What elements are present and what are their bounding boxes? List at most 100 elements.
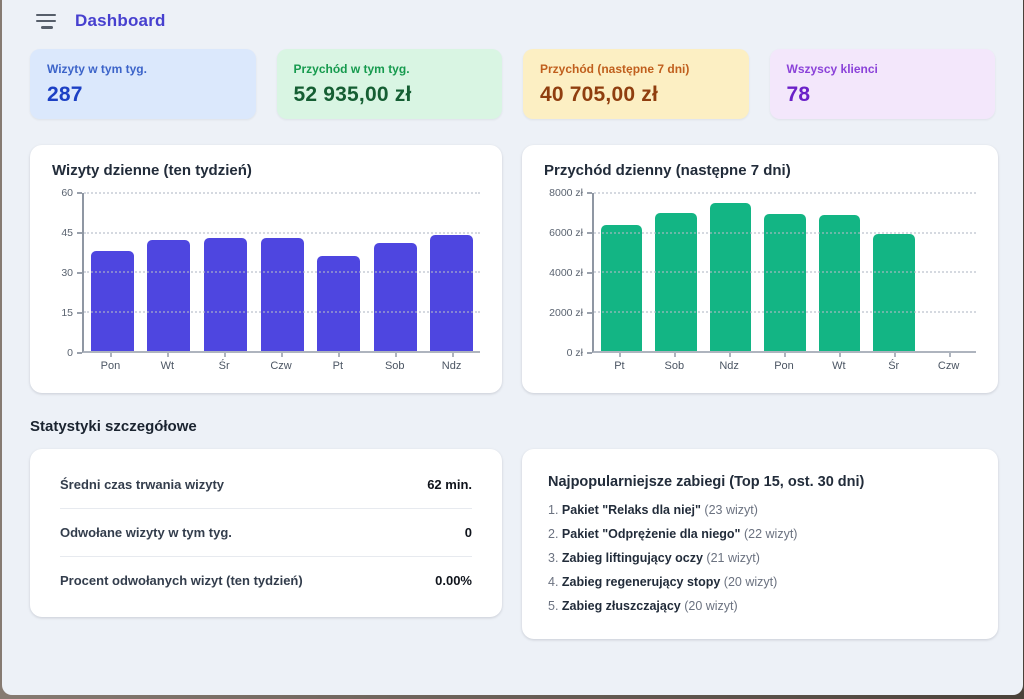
bar-Wt <box>819 215 860 351</box>
y-tick-label: 6000 zł <box>549 227 583 239</box>
x-tick-label: Czw <box>253 353 310 379</box>
gridline <box>594 271 976 273</box>
stats-row-value: 62 min. <box>427 477 472 492</box>
x-tick-label: Ndz <box>423 353 480 379</box>
y-tick-label: 2000 zł <box>549 307 583 319</box>
treatment-item-2: 2. Pakiet "Odprężenie dla niego" (22 wiz… <box>548 527 972 541</box>
visits-chart-card: Wizyty dzienne (ten tydzień) 0 15 30 45 60 P… <box>30 145 502 393</box>
top-treatments-title: Najpopularniejsze zabiegi (Top 15, ost. … <box>548 474 972 490</box>
treatment-count: (21 wizyt) <box>706 551 759 565</box>
revenue-chart-card: Przychód dzienny (następne 7 dni) 0 zł 20… <box>522 145 998 393</box>
visits-bar-chart: 015304560 PonWtŚrCzwPtSobNdz <box>52 193 480 379</box>
x-tick-label: Wt <box>139 353 196 379</box>
stat-card-label: Przychód (następne 7 dni) <box>540 62 732 76</box>
bar-Ndz <box>710 203 751 351</box>
treatment-name: Pakiet "Odprężenie dla niego" <box>562 527 741 541</box>
bottom-row: Średni czas trwania wizyty 62 min. Odwołan… <box>30 449 995 639</box>
treatment-count: (20 wizyt) <box>684 599 737 613</box>
gridline <box>84 232 480 234</box>
charts-row: Wizyty dzienne (ten tydzień) 0 15 30 45 60 P… <box>30 145 995 393</box>
x-tick-label: Pon <box>82 353 139 379</box>
stats-row-value: 0 <box>465 525 472 540</box>
y-tick-label: 4000 zł <box>549 267 583 279</box>
stats-row-label: Średni czas trwania wizyty <box>60 477 224 492</box>
treatment-rank: 1. <box>548 503 558 517</box>
treatment-count: (22 wizyt) <box>744 527 797 541</box>
revenue-bar-chart: 0 zł2000 zł4000 zł6000 zł8000 zł PtSobNd… <box>544 193 976 379</box>
bar-Ndz <box>430 235 473 351</box>
bar-Pon <box>764 214 805 351</box>
gridline <box>594 232 976 234</box>
treatment-name: Zabieg złuszczający <box>562 599 681 613</box>
x-tick-label: Pt <box>309 353 366 379</box>
x-tick-label: Czw <box>921 353 976 379</box>
y-tick-label: 0 <box>67 347 73 359</box>
treatment-name: Zabieg liftingujący oczy <box>562 551 703 565</box>
bar-Pon <box>91 251 134 351</box>
gridline <box>594 311 976 313</box>
stats-row-2: Procent odwołanych wizyt (ten tydzień) 0.… <box>60 557 472 604</box>
bar-Pt <box>601 225 642 351</box>
y-tick-label: 30 <box>61 267 73 279</box>
stat-card-value: 52 935,00 zł <box>294 83 486 107</box>
treatment-name: Pakiet "Relaks dla niej" <box>562 503 701 517</box>
y-tick-label: 60 <box>61 187 73 199</box>
treatment-count: (23 wizyt) <box>704 503 757 517</box>
stats-row-value: 0.00% <box>435 573 472 588</box>
app-window: Dashboard Wizyty w tym tyg. 287 Przychód w… <box>0 0 1024 699</box>
menu-icon[interactable] <box>36 14 57 29</box>
x-tick-label: Wt <box>811 353 866 379</box>
y-axis: 015304560 <box>52 193 82 353</box>
x-tick-label: Ndz <box>702 353 757 379</box>
y-tick-label: 15 <box>61 307 73 319</box>
stat-card-value: 40 705,00 zł <box>540 83 732 107</box>
header: Dashboard <box>2 0 1023 36</box>
x-tick-label: Śr <box>866 353 921 379</box>
plot-area <box>592 193 976 353</box>
treatment-item-3: 3. Zabieg liftingujący oczy (21 wizyt) <box>548 551 972 565</box>
treatment-item-4: 4. Zabieg regenerujący stopy (20 wizyt) <box>548 575 972 589</box>
x-tick-label: Sob <box>647 353 702 379</box>
stat-card-0: Wizyty w tym tyg. 287 <box>30 49 256 119</box>
gridline <box>84 192 480 194</box>
x-tick-label: Pon <box>757 353 812 379</box>
bar-Czw <box>261 238 304 351</box>
stat-card-label: Przychód w tym tyg. <box>294 62 486 76</box>
stat-cards-row: Wizyty w tym tyg. 287 Przychód w tym tyg. 5… <box>30 49 995 119</box>
treatment-rank: 5. <box>548 599 558 613</box>
treatment-rank: 4. <box>548 575 558 589</box>
top-treatments-list: 1. Pakiet "Relaks dla niej" (23 wizyt) 2.… <box>548 503 972 613</box>
x-tick-label: Sob <box>366 353 423 379</box>
bar-Wt <box>147 240 190 351</box>
x-axis-labels: PtSobNdzPonWtŚrCzw <box>592 353 976 379</box>
y-tick-label: 45 <box>61 227 73 239</box>
stats-row-label: Odwołane wizyty w tym tyg. <box>60 525 232 540</box>
section-title: Statystyki szczegółowe <box>30 418 995 435</box>
detailed-stats-card: Średni czas trwania wizyty 62 min. Odwołan… <box>30 449 502 617</box>
stat-card-label: Wizyty w tym tyg. <box>47 62 239 76</box>
y-tick-label: 0 zł <box>567 347 583 359</box>
gridline <box>594 192 976 194</box>
bar-Śr <box>873 234 914 352</box>
revenue-chart-title: Przychód dzienny (następne 7 dni) <box>544 162 976 179</box>
y-tick-label: 8000 zł <box>549 187 583 199</box>
x-axis-labels: PonWtŚrCzwPtSobNdz <box>82 353 480 379</box>
treatment-rank: 3. <box>548 551 558 565</box>
stat-card-label: Wszyscy klienci <box>787 62 979 76</box>
treatment-item-5: 5. Zabieg złuszczający (20 wizyt) <box>548 599 972 613</box>
gridline <box>84 311 480 313</box>
top-treatments-card: Najpopularniejsze zabiegi (Top 15, ost. … <box>522 449 998 639</box>
treatment-count: (20 wizyt) <box>724 575 777 589</box>
gridline <box>84 271 480 273</box>
dashboard-page: Dashboard Wizyty w tym tyg. 287 Przychód w… <box>2 0 1023 695</box>
visits-chart-title: Wizyty dzienne (ten tydzień) <box>52 162 480 179</box>
stats-row-1: Odwołane wizyty w tym tyg. 0 <box>60 509 472 557</box>
x-tick-label: Śr <box>196 353 253 379</box>
stats-row-0: Średni czas trwania wizyty 62 min. <box>60 461 472 509</box>
stat-card-3: Wszyscy klienci78 <box>770 49 996 119</box>
stat-card-1: Przychód w tym tyg. 52 935,00 zł <box>277 49 503 119</box>
stat-card-value: 287 <box>47 83 239 107</box>
treatment-item-1: 1. Pakiet "Relaks dla niej" (23 wizyt) <box>548 503 972 517</box>
y-axis: 0 zł2000 zł4000 zł6000 zł8000 zł <box>544 193 592 353</box>
stats-row-label: Procent odwołanych wizyt (ten tydzień) <box>60 573 303 588</box>
